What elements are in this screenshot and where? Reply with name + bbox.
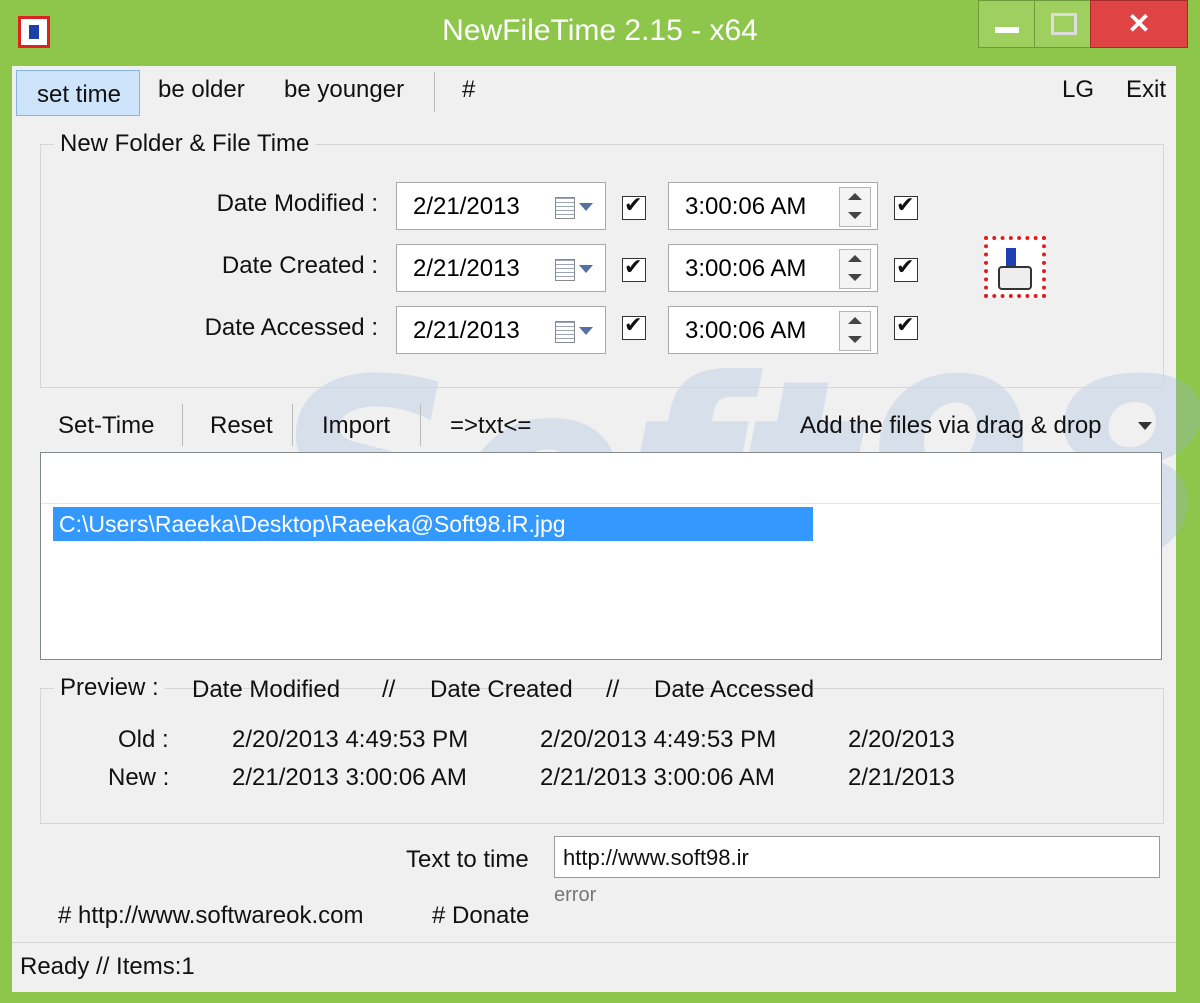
reset-button[interactable]: Reset [210,412,273,440]
list-item[interactable]: C:\Users\Raeeka\Desktop\Raeeka@Soft98.iR… [53,507,813,541]
preview-col-modified: Date Modified [192,676,341,703]
file-list[interactable]: C:\Users\Raeeka\Desktop\Raeeka@Soft98.iR… [40,452,1162,660]
menu-separator [434,72,435,112]
date-modified-date-checkbox[interactable] [622,193,646,220]
menu-hash[interactable]: # [462,76,475,104]
import-button[interactable]: Import [322,412,390,440]
time-spinner[interactable] [839,249,871,289]
chevron-down-icon[interactable] [1138,422,1152,430]
error-text: error [554,884,597,906]
calendar-icon[interactable] [555,259,575,281]
text-to-time-label: Text to time [406,846,529,873]
preview-group [40,688,1164,824]
app-logo-icon[interactable] [984,236,1046,298]
menu-exit[interactable]: Exit [1126,76,1166,104]
calendar-icon[interactable] [555,321,575,343]
website-link[interactable]: # http://www.softwareok.com [58,902,363,930]
preview-new-label: New : [108,764,170,791]
preview-title: Preview : [54,674,165,702]
date-created-label: Date Created : [221,252,378,279]
preview-new-modified: 2/21/2013 3:00:06 AM [232,764,467,791]
preview-old-created: 2/20/2013 4:49:53 PM [540,726,777,753]
chevron-down-icon[interactable] [579,203,593,211]
minimize-button[interactable] [978,0,1036,48]
date-accessed-date-checkbox[interactable] [622,313,646,340]
date-accessed-time[interactable]: 3:00:06 AM [668,306,878,354]
preview-sep: // [382,676,396,703]
date-modified-time-checkbox[interactable] [894,193,918,220]
date-accessed-picker[interactable]: 2/21/2013 [396,306,606,354]
set-time-button[interactable]: Set-Time [58,412,154,440]
app-window: NewFileTime 2.15 - x64 ✕ Soft98.iR set t… [0,0,1200,1003]
time-spinner[interactable] [839,187,871,227]
time-spinner[interactable] [839,311,871,351]
chevron-down-icon[interactable] [579,265,593,273]
menu-lg[interactable]: LG [1062,76,1094,104]
toolbar-separator [182,404,183,446]
menu-bar: set time be older be younger # LG Exit [12,66,1176,118]
menu-be-younger[interactable]: be younger [284,76,404,104]
donate-link[interactable]: # Donate [432,902,529,930]
date-created-time-checkbox[interactable] [894,255,918,282]
date-created-time[interactable]: 3:00:06 AM [668,244,878,292]
group-title: New Folder & File Time [54,130,316,158]
toolbar-separator [292,404,293,446]
date-created-date-checkbox[interactable] [622,255,646,282]
date-modified-time[interactable]: 3:00:06 AM [668,182,878,230]
preview-sep: // [606,676,620,703]
title-bar[interactable]: NewFileTime 2.15 - x64 ✕ [0,0,1200,66]
status-bar: Ready // Items:1 [12,942,1176,992]
date-accessed-time-checkbox[interactable] [894,313,918,340]
close-button[interactable]: ✕ [1090,0,1188,48]
preview-old-modified: 2/20/2013 4:49:53 PM [232,726,469,753]
drag-drop-menu[interactable]: Add the files via drag & drop [800,412,1102,440]
date-created-picker[interactable]: 2/21/2013 [396,244,606,292]
toolbar-separator [420,404,421,446]
txt-button[interactable]: =>txt<= [450,412,531,440]
preview-col-created: Date Created [430,676,573,703]
date-modified-picker[interactable]: 2/21/2013 [396,182,606,230]
text-to-time-input[interactable]: http://www.soft98.ir [554,836,1160,878]
status-text: Ready // Items:1 [20,953,195,980]
list-divider [41,503,1161,504]
menu-be-older[interactable]: be older [158,76,245,104]
client-area: Soft98.iR set time be older be younger #… [12,66,1200,992]
preview-old-accessed: 2/20/2013 [848,726,955,753]
maximize-button[interactable] [1034,0,1092,48]
preview-old-label: Old : [118,726,169,753]
calendar-icon[interactable] [555,197,575,219]
preview-new-created: 2/21/2013 3:00:06 AM [540,764,775,791]
close-icon: ✕ [1127,8,1151,39]
preview-new-accessed: 2/21/2013 [848,764,955,791]
preview-col-accessed: Date Accessed [654,676,815,703]
date-modified-label: Date Modified : [216,190,378,217]
menu-set-time[interactable]: set time [16,70,140,116]
chevron-down-icon[interactable] [579,327,593,335]
date-accessed-label: Date Accessed : [204,314,378,341]
